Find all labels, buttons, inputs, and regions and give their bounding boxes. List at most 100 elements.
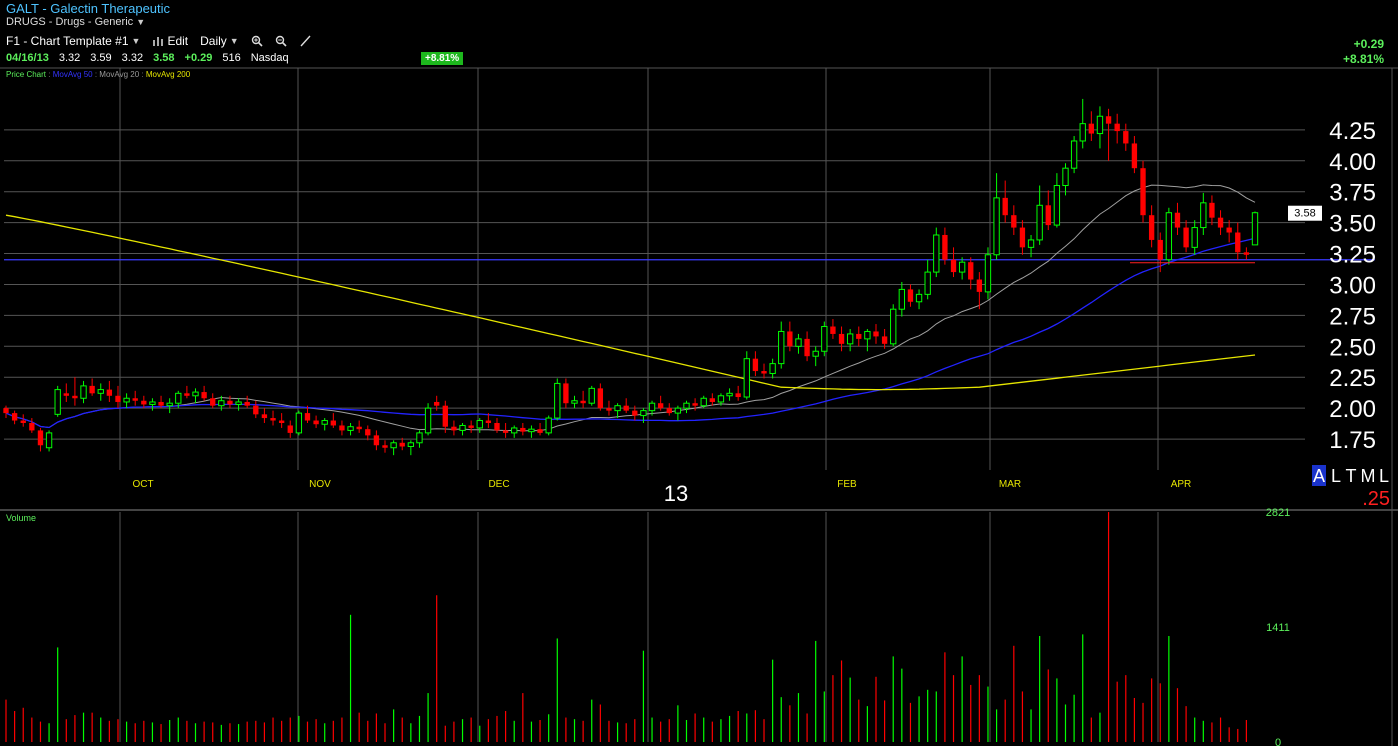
- candle-body-up: [812, 350, 819, 357]
- candle-body-up: [984, 254, 992, 293]
- candle-body-up: [54, 389, 61, 415]
- candle-body-down: [735, 393, 741, 398]
- candle-body-down: [210, 398, 216, 406]
- candle-body-up: [390, 442, 397, 449]
- candle-body-down: [942, 234, 948, 260]
- candle-body-up: [864, 330, 871, 340]
- volume-title: Volume: [6, 513, 36, 523]
- candle-body-down: [485, 420, 492, 423]
- candle-body-up: [80, 385, 87, 399]
- candle-body-up: [683, 402, 690, 409]
- candle-body-down: [184, 393, 190, 396]
- candle-body-up: [821, 326, 828, 352]
- candle-body-up: [511, 427, 518, 434]
- candle-body-down: [632, 410, 638, 416]
- candle-body-up: [45, 432, 53, 449]
- candle-body-down: [278, 420, 285, 423]
- candle-body-down: [339, 425, 345, 431]
- y-tick-label: 1.75: [1329, 427, 1376, 454]
- candle-body-down: [881, 336, 888, 344]
- candle-body-down: [1140, 168, 1146, 216]
- y-tick-label: 4.25: [1329, 118, 1376, 145]
- candle-body-down: [330, 420, 336, 426]
- candle-body-down: [270, 418, 276, 421]
- candle-body-down: [373, 435, 380, 446]
- last-price-label: 3.58: [1294, 208, 1315, 220]
- y-tick-label: 2.25: [1329, 365, 1376, 392]
- candle-body-down: [1088, 123, 1095, 134]
- candle-body-down: [597, 388, 604, 409]
- candle-body-down: [804, 338, 810, 357]
- volume-tick-label: 2821: [1266, 507, 1290, 519]
- candle-body-down: [1011, 215, 1017, 228]
- candle-body-up: [588, 387, 595, 404]
- candle-body-down: [261, 414, 268, 419]
- candle-body-up: [1036, 204, 1043, 241]
- candle-body-up: [795, 338, 802, 347]
- chart-option-letter: L: [1331, 466, 1341, 486]
- chart-option-letter: T: [1346, 466, 1357, 486]
- candle-body-up: [915, 293, 923, 303]
- candle-body-up: [700, 397, 707, 407]
- stock-chart[interactable]: 1.75 2.00 2.25 2.50 2.75 3.00 3.25 3.50 3.75 4.00…: [0, 0, 1398, 746]
- candle-body-up: [347, 426, 354, 431]
- candle-body-down: [106, 389, 113, 396]
- candle-body-up: [958, 261, 966, 273]
- candle-body-down: [657, 403, 664, 409]
- candle-body-down: [253, 405, 259, 415]
- candle-body-down: [907, 289, 914, 302]
- candle-body-down: [141, 400, 147, 405]
- candle-body-down: [20, 420, 26, 423]
- candle-body-up: [1070, 140, 1078, 169]
- chart-option-letter: A: [1313, 466, 1325, 486]
- candle-body-down: [304, 413, 311, 421]
- candle-body-down: [382, 445, 388, 448]
- candle-body-down: [89, 385, 95, 394]
- candle-body-down: [442, 405, 448, 427]
- candle-body-up: [123, 397, 130, 403]
- candle-body-down: [520, 427, 526, 432]
- candle-body-up: [778, 330, 785, 365]
- candle-body-up: [218, 400, 225, 407]
- candle-body-down: [1226, 227, 1232, 233]
- candle-body-up: [1251, 212, 1259, 246]
- candles: [3, 98, 1259, 456]
- candle-body-down: [201, 392, 207, 399]
- chart-option-letter: L: [1379, 466, 1389, 486]
- chart-option-letter: M: [1361, 466, 1376, 486]
- candle-body-down: [115, 395, 121, 402]
- y-tick-label: 4.00: [1329, 149, 1376, 176]
- candle-body-down: [1114, 123, 1120, 132]
- candle-body-down: [1045, 205, 1051, 226]
- candle-body-up: [321, 420, 328, 425]
- candle-body-down: [1002, 197, 1008, 216]
- candle-body-up: [890, 308, 897, 345]
- candle-body-up: [674, 407, 682, 414]
- candle-body-up: [424, 407, 432, 434]
- candle-body-down: [1131, 143, 1138, 169]
- candle-body-down: [968, 262, 974, 280]
- y-tick-label: 3.00: [1329, 272, 1376, 299]
- candle-body-up: [407, 442, 415, 447]
- y-tick-label: 3.25: [1329, 242, 1376, 269]
- candle-body-down: [1243, 252, 1250, 255]
- candle-body-down: [313, 420, 319, 425]
- candle-body-down: [856, 333, 862, 339]
- candle-body-up: [743, 358, 750, 398]
- x-tick-label: MAR: [999, 479, 1021, 490]
- candle-body-down: [623, 405, 629, 411]
- candle-body-up: [1062, 167, 1069, 187]
- candle-body-down: [365, 429, 371, 436]
- x-tick-label: NOV: [309, 479, 331, 490]
- y-tick-label: 2.00: [1329, 396, 1376, 423]
- candle-body-up: [1053, 185, 1061, 226]
- candle-body-up: [726, 392, 733, 397]
- candle-body-down: [830, 326, 836, 334]
- candle-body-up: [898, 288, 906, 310]
- candle-body-up: [554, 382, 561, 419]
- candle-body-up: [640, 410, 647, 417]
- ma50-line: [5, 237, 1256, 429]
- candle-body-up: [1096, 115, 1104, 135]
- candle-body-up: [1079, 123, 1086, 142]
- candle-body-up: [1027, 239, 1035, 248]
